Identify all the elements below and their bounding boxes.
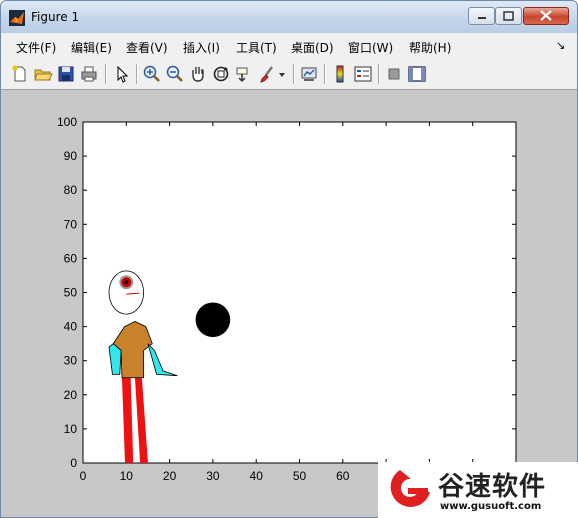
toolbar-separator [136, 64, 138, 84]
minimize-button[interactable] [468, 7, 495, 25]
x-tick-label: 30 [206, 469, 220, 483]
close-icon [540, 10, 552, 21]
y-tick-label: 50 [64, 286, 78, 300]
x-tick-label: 40 [250, 469, 264, 483]
ball [195, 302, 231, 338]
open-file-icon[interactable] [33, 64, 53, 84]
menu-file[interactable]: 文件(F) [16, 39, 56, 56]
watermark-url: www.gusuoft.com [440, 501, 542, 512]
hide-plot-tools-icon[interactable] [384, 64, 404, 84]
maximize-icon [503, 11, 514, 21]
zoom-out-icon[interactable] [165, 64, 185, 84]
figure-canvas: 0102030405060708090100010203040506070809… [1, 90, 577, 517]
y-tick-label: 70 [64, 217, 78, 231]
y-tick-label: 0 [70, 456, 77, 470]
toolbar-separator [293, 64, 295, 84]
menu-bar: 文件(F) 编辑(E) 查看(V) 插入(I) 工具(T) 桌面(D) 窗口(W… [1, 33, 577, 59]
menu-desktop[interactable]: 桌面(D) [291, 39, 334, 56]
axes[interactable]: 0102030405060708090100010203040506070809… [57, 115, 526, 483]
brush-dropdown-icon[interactable] [277, 64, 287, 84]
close-button[interactable] [523, 7, 569, 25]
matlab-icon [9, 10, 25, 26]
toolbar-separator [324, 64, 326, 84]
x-tick-label: 10 [120, 469, 134, 483]
y-tick-label: 90 [64, 149, 78, 163]
y-tick-label: 40 [64, 320, 78, 334]
legend-icon[interactable] [353, 64, 373, 84]
y-tick-label: 80 [64, 183, 78, 197]
eye-pupil [124, 280, 129, 285]
maximize-button[interactable] [495, 7, 522, 25]
toolbar-separator [378, 64, 380, 84]
x-tick-label: 0 [80, 469, 87, 483]
watermark-text: 谷速软件 [438, 472, 547, 502]
x-tick-label: 60 [336, 469, 350, 483]
print-icon[interactable] [79, 64, 99, 84]
menu-edit[interactable]: 编辑(E) [71, 39, 112, 56]
new-figure-icon[interactable] [10, 64, 30, 84]
save-icon[interactable] [56, 64, 76, 84]
figure-window: Figure 1 文件(F) 编辑(E) 查看(V) 插入(I) 工具(T) 桌… [0, 0, 578, 518]
pan-hand-icon[interactable] [188, 64, 208, 84]
window-title: Figure 1 [31, 10, 80, 24]
toolbar [1, 59, 577, 90]
x-tick-label: 50 [293, 469, 307, 483]
y-tick-label: 10 [64, 422, 78, 436]
menu-insert[interactable]: 插入(I) [183, 39, 220, 56]
plot: 0102030405060708090100010203040506070809… [57, 115, 526, 483]
menu-tools[interactable]: 工具(T) [236, 39, 277, 56]
colorbar-icon[interactable] [330, 64, 350, 84]
menu-help[interactable]: 帮助(H) [409, 39, 451, 56]
x-tick-label: 20 [163, 469, 177, 483]
plot-area [82, 121, 517, 464]
pointer-icon[interactable] [112, 64, 132, 84]
data-cursor-icon[interactable] [234, 64, 254, 84]
show-plot-tools-icon[interactable] [407, 64, 427, 84]
zoom-in-icon[interactable] [142, 64, 162, 84]
y-tick-label: 60 [64, 251, 78, 265]
brush-icon[interactable] [257, 64, 277, 84]
toolbar-separator [105, 64, 107, 84]
y-tick-label: 20 [64, 388, 78, 402]
menu-dock-arrow-icon[interactable]: ↘ [556, 39, 565, 52]
y-tick-label: 30 [64, 354, 78, 368]
menu-view[interactable]: 查看(V) [126, 39, 168, 56]
minimize-icon [478, 17, 486, 19]
y-tick-label: 100 [57, 115, 77, 129]
title-bar[interactable]: Figure 1 [1, 1, 577, 33]
menu-window[interactable]: 窗口(W) [348, 39, 393, 56]
rotate-3d-icon[interactable] [211, 64, 231, 84]
link-plot-icon[interactable] [299, 64, 319, 84]
